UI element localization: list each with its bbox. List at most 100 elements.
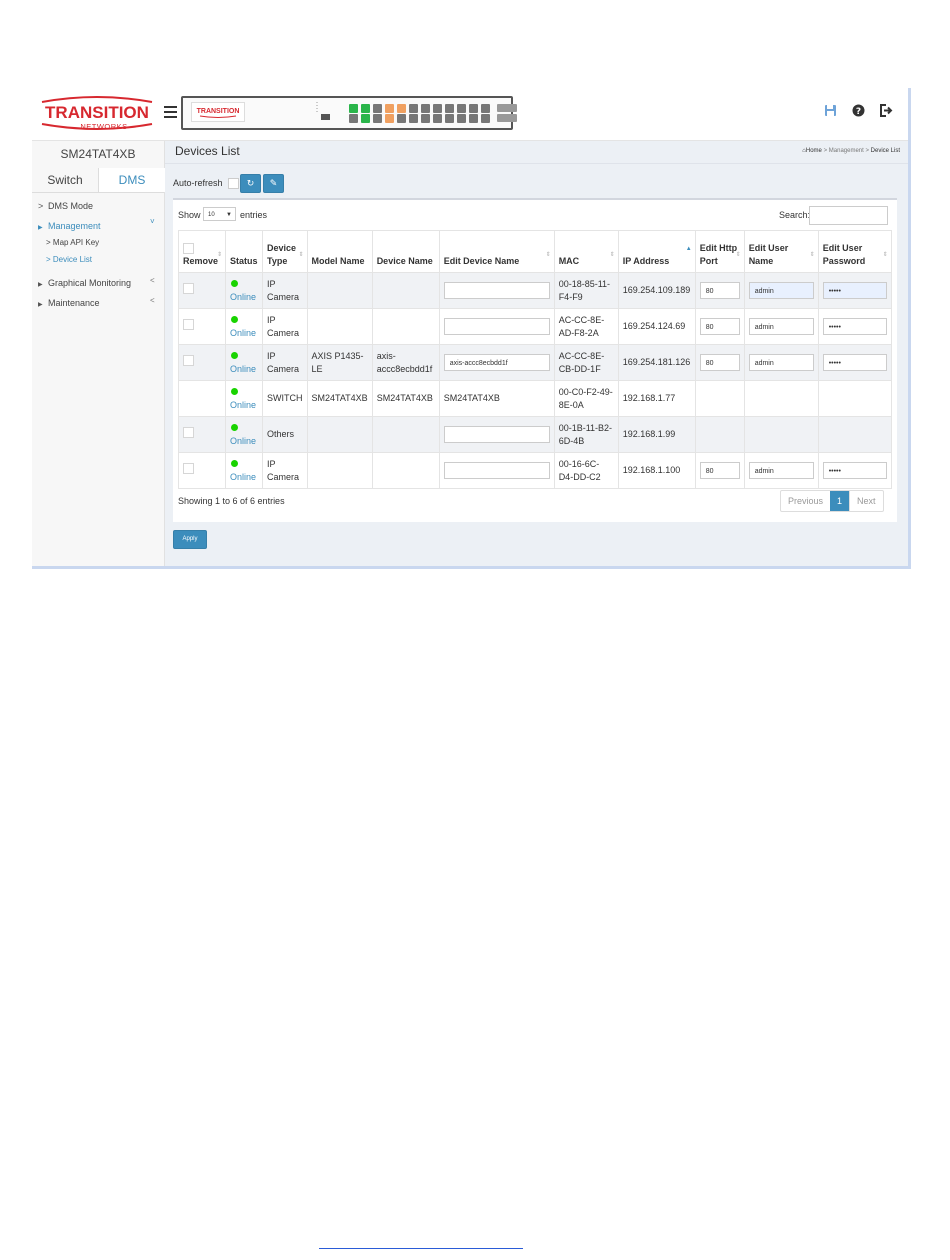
user-name-input[interactable]: admin — [748, 282, 814, 299]
port-15[interactable] — [433, 104, 442, 113]
port-2[interactable] — [349, 114, 358, 123]
chevron-right-icon: > — [46, 255, 51, 264]
col-edit-device-name[interactable]: Edit Device Name ⇕ — [438, 230, 555, 273]
port-1[interactable] — [349, 104, 358, 113]
breadcrumb-management[interactable]: Management — [829, 148, 864, 154]
sidebar-item-maintenance[interactable]: ▶ Maintenance — [38, 298, 100, 308]
port-19[interactable] — [457, 104, 466, 113]
password-input[interactable]: ••••• — [822, 318, 887, 335]
chevron-left-icon[interactable]: < — [150, 296, 155, 305]
user-name-cell: admin — [743, 308, 819, 345]
remove-checkbox[interactable] — [183, 283, 194, 294]
port-3[interactable] — [361, 104, 370, 113]
port-21[interactable] — [469, 104, 478, 113]
status-cell: Online — [225, 308, 263, 345]
sidebar-item-device-list[interactable]: > Device List — [46, 255, 92, 264]
sfp-port-25[interactable] — [497, 104, 517, 112]
sfp-port-26[interactable] — [497, 114, 517, 122]
col-edit-user-password[interactable]: Edit User Password ⇕ — [817, 230, 892, 273]
online-status-icon — [231, 351, 238, 359]
menu-toggle-icon[interactable] — [164, 106, 177, 118]
next-button[interactable]: Next — [849, 491, 883, 511]
port-17[interactable] — [445, 104, 454, 113]
console-port-icon — [316, 102, 330, 120]
remove-checkbox[interactable] — [183, 319, 194, 330]
http-port-input[interactable]: 80 — [699, 354, 740, 371]
sidebar-item-dms-mode[interactable]: > DMS Mode — [38, 201, 93, 211]
port-13[interactable] — [421, 104, 430, 113]
auto-refresh-checkbox[interactable] — [228, 178, 239, 189]
port-14[interactable] — [421, 114, 430, 123]
edit-button[interactable]: ✎ — [263, 174, 284, 193]
select-all-checkbox[interactable] — [183, 243, 194, 254]
breadcrumb: ⌂Home > Management > Device List — [802, 148, 900, 154]
help-icon[interactable]: ? — [852, 104, 865, 120]
logout-icon[interactable] — [879, 104, 893, 120]
chevron-down-icon[interactable]: ˅ — [150, 217, 155, 226]
port-18[interactable] — [445, 114, 454, 123]
footer-link-underline[interactable] — [319, 1248, 523, 1249]
refresh-button[interactable]: ↻ — [240, 174, 261, 193]
tab-dms[interactable]: DMS — [98, 168, 165, 192]
port-20[interactable] — [457, 114, 466, 123]
port-22[interactable] — [469, 114, 478, 123]
col-remove[interactable]: Remove ⇕ — [178, 230, 226, 273]
breadcrumb-home[interactable]: ⌂Home — [802, 148, 822, 154]
http-port-input[interactable]: 80 — [699, 318, 740, 335]
save-icon[interactable] — [824, 104, 837, 120]
port-5[interactable] — [373, 104, 382, 113]
edit-device-name-input[interactable] — [443, 318, 550, 335]
ip-address-cell: 192.168.1.99 — [617, 416, 696, 453]
password-input[interactable]: ••••• — [822, 354, 887, 371]
col-ip-address[interactable]: IP Address ▲ — [617, 230, 696, 273]
chevron-left-icon[interactable]: < — [150, 276, 155, 285]
password-cell: ••••• — [817, 344, 892, 381]
user-name-input[interactable]: admin — [748, 318, 814, 335]
port-9[interactable] — [397, 104, 406, 113]
user-name-input[interactable]: admin — [748, 354, 814, 371]
user-name-input[interactable]: admin — [748, 462, 814, 479]
edit-device-name-input[interactable] — [443, 462, 550, 479]
col-mac[interactable]: MAC ⇕ — [553, 230, 619, 273]
remove-checkbox[interactable] — [183, 355, 194, 366]
password-input[interactable]: ••••• — [822, 282, 887, 299]
edit-device-name-input[interactable] — [443, 426, 550, 443]
port-6[interactable] — [373, 114, 382, 123]
col-model-name[interactable]: Model Name — [306, 230, 373, 273]
sidebar-item-graphical-monitoring[interactable]: ▶ Graphical Monitoring — [38, 278, 131, 288]
status-text: Online — [230, 435, 257, 446]
edit-device-name-input[interactable] — [443, 282, 550, 299]
http-port-input[interactable]: 80 — [699, 462, 740, 479]
device-name-cell: SM24TAT4XB — [371, 380, 440, 417]
port-24[interactable] — [481, 114, 490, 123]
col-edit-http-port[interactable]: Edit Http Port ⇕ — [694, 230, 745, 273]
previous-button[interactable]: Previous — [781, 491, 830, 511]
transition-networks-logo[interactable]: TRANSITION NETWORKS — [32, 88, 162, 140]
port-12[interactable] — [409, 114, 418, 123]
ip-address-cell: 192.168.1.100 — [617, 452, 696, 489]
breadcrumb-home-label: Home — [805, 148, 822, 154]
http-port-input[interactable]: 80 — [699, 282, 740, 299]
col-edit-user-name[interactable]: Edit User Name ⇕ — [743, 230, 819, 273]
port-10[interactable] — [397, 114, 406, 123]
page-size-select[interactable]: 10 ▼ — [203, 207, 236, 221]
search-input[interactable] — [809, 206, 888, 225]
sidebar-item-management[interactable]: ▶ Management — [38, 221, 101, 231]
sidebar-item-map-api-key[interactable]: > Map API Key — [46, 238, 99, 247]
port-4[interactable] — [361, 114, 370, 123]
port-11[interactable] — [409, 104, 418, 113]
password-input[interactable]: ••••• — [822, 462, 887, 479]
col-status[interactable]: Status — [225, 230, 263, 273]
apply-button[interactable]: Apply — [173, 530, 207, 549]
port-7[interactable] — [385, 104, 394, 113]
col-device-name[interactable]: Device Name — [371, 230, 440, 273]
remove-checkbox[interactable] — [183, 427, 194, 438]
page-1-button[interactable]: 1 — [830, 491, 850, 511]
port-23[interactable] — [481, 104, 490, 113]
col-device-type[interactable]: Device Type ⇕ — [262, 230, 308, 273]
remove-checkbox[interactable] — [183, 463, 194, 474]
port-16[interactable] — [433, 114, 442, 123]
edit-device-name-input[interactable]: axis-accc8ecbdd1f — [443, 354, 550, 371]
port-8[interactable] — [385, 114, 394, 123]
tab-switch[interactable]: Switch — [32, 168, 98, 192]
